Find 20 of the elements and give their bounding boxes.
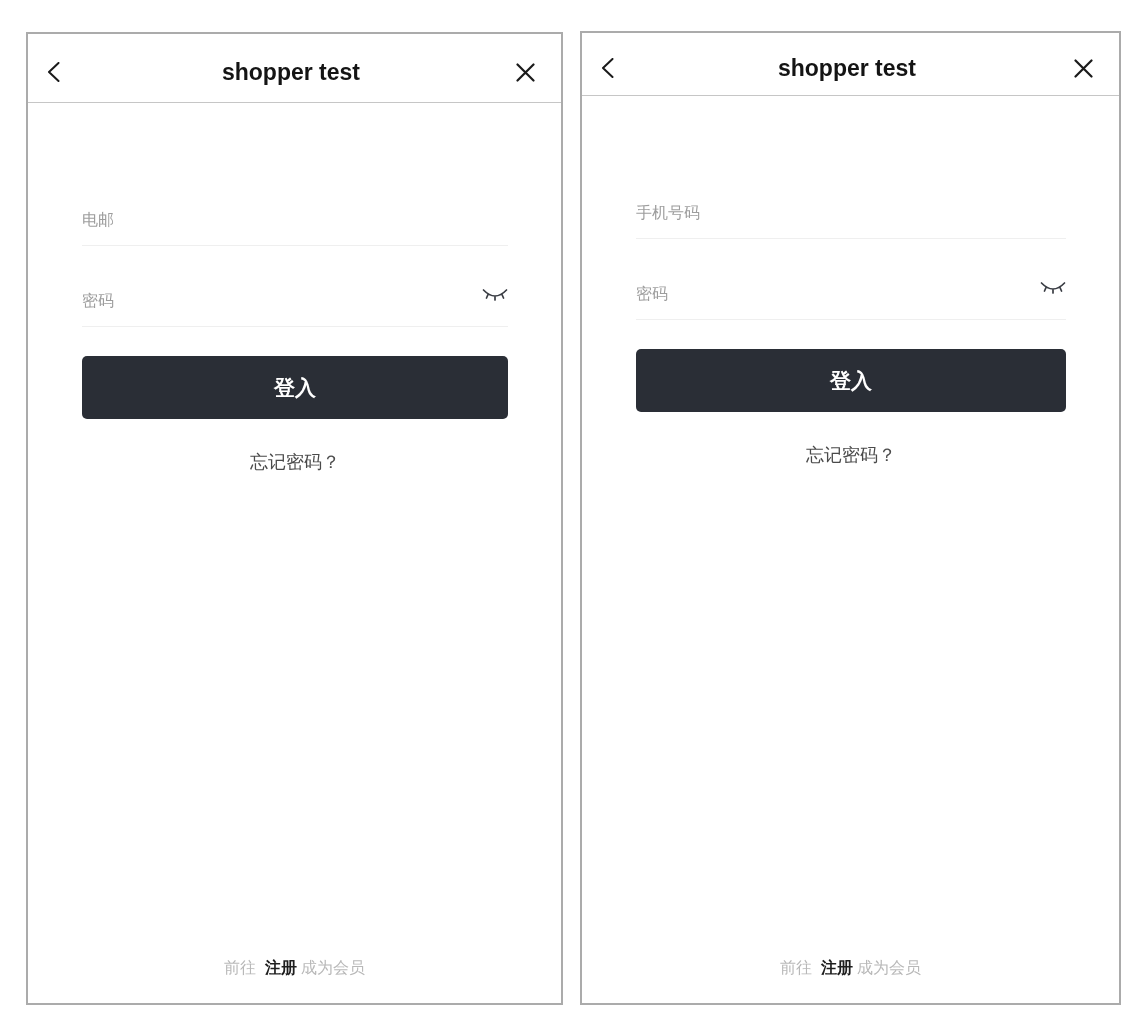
signup-prompt: 前往 注册 成为会员	[779, 958, 922, 978]
signup-link[interactable]: 注册	[820, 959, 853, 976]
back-icon	[601, 58, 614, 78]
forgot-password-link[interactable]: 忘记密码？	[250, 449, 340, 475]
signup-link[interactable]: 注册	[264, 959, 297, 976]
password-field[interactable]: 密码	[636, 269, 1066, 320]
input-field[interactable]: 手机号码	[636, 188, 1066, 239]
signup-prompt: 前往 注册 成为会员	[223, 958, 366, 978]
login-button[interactable]: 登入	[82, 356, 508, 419]
screen-title: shopper test	[222, 58, 360, 86]
password-field[interactable]: 密码	[82, 276, 508, 327]
closed-eye-icon[interactable]	[482, 288, 508, 301]
closed-eye-icon[interactable]	[1040, 281, 1066, 294]
screen-title: shopper test	[778, 54, 916, 82]
login-button[interactable]: 登入	[636, 349, 1066, 412]
input-field[interactable]: 电邮	[82, 195, 508, 246]
close-icon	[1074, 58, 1093, 78]
close-icon	[516, 62, 535, 82]
back-icon	[47, 62, 60, 82]
forgot-password-link[interactable]: 忘记密码？	[806, 442, 896, 468]
